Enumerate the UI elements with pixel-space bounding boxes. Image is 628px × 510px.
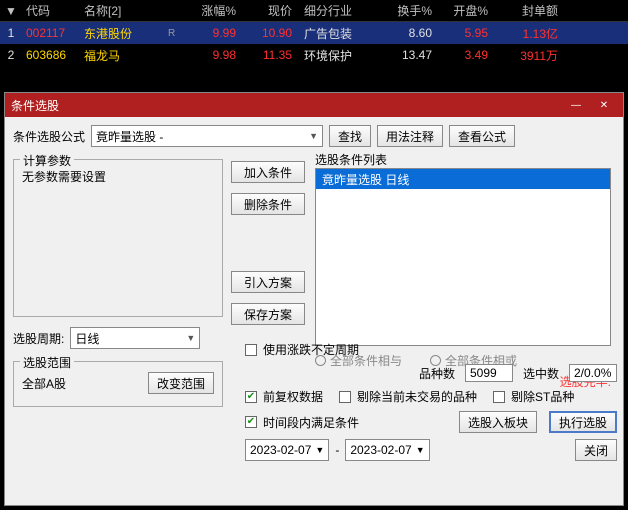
- dialog-titlebar[interactable]: 条件选股 — ✕: [5, 93, 623, 117]
- chk-fq-label: 前复权数据: [263, 388, 323, 405]
- chk-rm-st-label: 剔除ST品种: [511, 388, 574, 405]
- table-row[interactable]: 2603686福龙马9.9811.35环境保护13.473.493911万: [0, 44, 628, 66]
- minimize-icon[interactable]: —: [563, 96, 589, 114]
- grid-header: ▼ 代码 名称[2] 涨幅% 现价 细分行业 换手% 开盘% 封单额: [0, 0, 628, 22]
- formula-value: 竟昨量选股 -: [96, 128, 163, 145]
- condition-dialog: 条件选股 — ✕ 条件选股公式 竟昨量选股 - ▼ 查找 用法注释 查看公式 计…: [4, 92, 624, 506]
- col-name[interactable]: 名称[2]: [80, 2, 168, 19]
- checkbox-rm-st[interactable]: [493, 391, 505, 403]
- hit-label: 选中数: [523, 365, 559, 382]
- variety-value: 5099: [465, 364, 513, 382]
- sort-arrow[interactable]: ▼: [0, 4, 22, 18]
- view-formula-button[interactable]: 查看公式: [449, 125, 515, 147]
- import-plan-button[interactable]: 引入方案: [231, 271, 305, 293]
- period-value: 日线: [75, 330, 99, 347]
- delete-condition-button[interactable]: 删除条件: [231, 193, 305, 215]
- date-to[interactable]: 2023-02-07 ▼: [345, 439, 429, 461]
- find-button[interactable]: 查找: [329, 125, 371, 147]
- variety-label: 品种数: [419, 365, 455, 382]
- change-scope-button[interactable]: 改变范围: [148, 372, 214, 394]
- col-seal[interactable]: 封单额: [496, 2, 566, 19]
- close-button[interactable]: 关闭: [575, 439, 617, 461]
- checkbox-fq[interactable]: ✔: [245, 391, 257, 403]
- chevron-down-icon: ▼: [186, 333, 195, 343]
- col-pct[interactable]: 涨幅%: [188, 2, 244, 19]
- checkbox-time[interactable]: ✔: [245, 416, 257, 428]
- chevron-down-icon: ▼: [416, 445, 425, 455]
- col-industry[interactable]: 细分行业: [300, 2, 380, 19]
- checkbox-uncertain[interactable]: [245, 344, 257, 356]
- stock-grid: ▼ 代码 名称[2] 涨幅% 现价 细分行业 换手% 开盘% 封单额 10021…: [0, 0, 628, 66]
- usage-button[interactable]: 用法注释: [377, 125, 443, 147]
- chk-uncertain-label: 使用涨跌不定周期: [263, 341, 359, 358]
- execute-button[interactable]: 执行选股: [549, 411, 617, 433]
- scope-text: 全部A股: [22, 375, 66, 392]
- list-item[interactable]: 竟昨量选股 日线: [316, 169, 610, 189]
- save-plan-button[interactable]: 保存方案: [231, 303, 305, 325]
- scope-fieldset: 选股范围 全部A股 改变范围: [13, 361, 223, 407]
- to-block-button[interactable]: 选股入板块: [459, 411, 537, 433]
- dialog-title: 条件选股: [11, 97, 59, 114]
- params-legend: 计算参数: [20, 152, 74, 169]
- close-icon[interactable]: ✕: [591, 96, 617, 114]
- scope-legend: 选股范围: [20, 354, 74, 371]
- col-code[interactable]: 代码: [22, 2, 80, 19]
- condition-listbox[interactable]: 竟昨量选股 日线: [315, 168, 611, 346]
- date-from[interactable]: 2023-02-07 ▼: [245, 439, 329, 461]
- chk-rm-nontrade-label: 剔除当前未交易的品种: [357, 388, 477, 405]
- col-price[interactable]: 现价: [244, 2, 300, 19]
- period-label: 选股周期:: [13, 330, 64, 347]
- table-row[interactable]: 1002117东港股份R9.9910.90广告包装8.605.951.13亿: [0, 22, 628, 44]
- checkbox-rm-nontrade[interactable]: [339, 391, 351, 403]
- params-fieldset: 计算参数 无参数需要设置: [13, 159, 223, 317]
- add-condition-button[interactable]: 加入条件: [231, 161, 305, 183]
- col-turnover[interactable]: 换手%: [380, 2, 440, 19]
- formula-label: 条件选股公式: [13, 128, 85, 145]
- period-combo[interactable]: 日线 ▼: [70, 327, 200, 349]
- formula-combo[interactable]: 竟昨量选股 - ▼: [91, 125, 323, 147]
- chevron-down-icon: ▼: [309, 131, 318, 141]
- col-open[interactable]: 开盘%: [440, 2, 496, 19]
- params-text: 无参数需要设置: [22, 170, 106, 184]
- condlist-label: 选股条件列表: [315, 153, 387, 167]
- date-sep: -: [335, 443, 339, 457]
- chk-time-label: 时间段内满足条件: [263, 414, 359, 431]
- hit-value: 2/0.0%: [569, 364, 617, 382]
- chevron-down-icon: ▼: [315, 445, 324, 455]
